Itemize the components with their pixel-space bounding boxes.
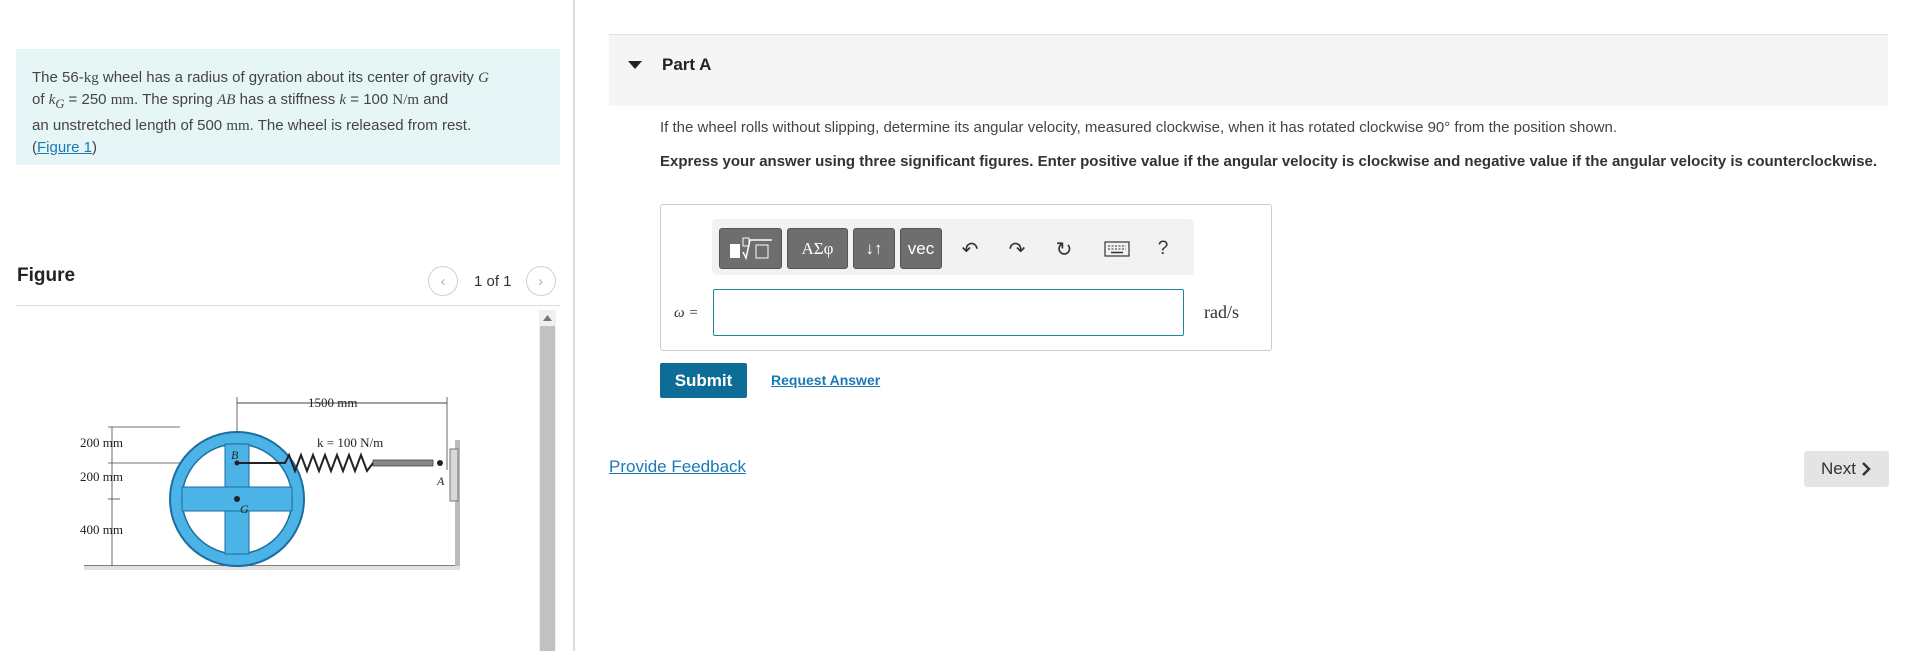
vector-button[interactable]: vec: [900, 228, 942, 269]
problem-text: . The spring: [134, 91, 218, 108]
template-icon: [729, 237, 772, 260]
next-figure-button[interactable]: ›: [525, 266, 556, 296]
greek-symbols-button[interactable]: ΑΣφ: [787, 228, 848, 269]
part-title: Part A: [662, 55, 712, 74]
answer-box: ΑΣφ ↓↑ vec ↶ ↷ ↻ ? ω = rad/s: [660, 204, 1272, 351]
left-panel: The 56-kg wheel has a radius of gyration…: [0, 0, 575, 651]
submit-button[interactable]: Submit: [660, 363, 747, 398]
figure-navigation: ‹ 1 of 1 ›: [428, 266, 556, 296]
request-answer-link[interactable]: Request Answer: [771, 372, 880, 388]
chevron-right-icon: [1862, 462, 1871, 476]
triangle-up-icon: [543, 315, 552, 321]
stiffness-label: k = 100 N/m: [317, 435, 383, 450]
figure-counter: 1 of 1: [474, 272, 512, 290]
math-toolbar: ΑΣφ ↓↑ vec ↶ ↷ ↻ ?: [712, 219, 1194, 275]
figure-image: 1500 mm 200 mm 200 mm 400 mm B G k = 100…: [80, 395, 460, 570]
figure-link[interactable]: Figure 1: [37, 139, 92, 156]
undo-icon[interactable]: ↶: [955, 235, 985, 263]
problem-text: The 56-: [32, 69, 84, 86]
label-G: G: [240, 502, 249, 516]
answer-input[interactable]: [713, 289, 1184, 336]
figure-heading: Figure: [17, 265, 76, 286]
next-button[interactable]: Next: [1804, 451, 1889, 487]
question-text: If the wheel rolls without slipping, det…: [660, 119, 1618, 136]
answer-label: ω =: [674, 305, 699, 321]
problem-text: and: [419, 91, 449, 108]
dim-label-200a: 200 mm: [80, 435, 123, 450]
ground-hatch: [84, 566, 460, 570]
instructions-text: Express your answer using three signific…: [660, 153, 1878, 170]
help-button[interactable]: ?: [1148, 235, 1178, 263]
figure-scrollbar[interactable]: [539, 310, 556, 651]
unit-mm: mm: [226, 118, 250, 134]
unit-mm: mm: [110, 92, 135, 108]
reset-icon[interactable]: ↻: [1049, 235, 1079, 263]
problem-text: an unstretched length of 500: [32, 117, 227, 134]
label-A: A: [436, 474, 445, 488]
problem-text: = 100: [346, 91, 393, 108]
scroll-up-arrow[interactable]: [539, 310, 556, 326]
chevron-left-icon: ‹: [440, 272, 446, 290]
prev-figure-button[interactable]: ‹: [428, 266, 458, 296]
keyboard-icon[interactable]: [1102, 235, 1132, 263]
part-header[interactable]: Part A: [609, 34, 1888, 106]
problem-text: = 250: [64, 91, 111, 108]
next-label: Next: [1821, 459, 1856, 478]
caret-down-icon[interactable]: [628, 61, 642, 69]
problem-statement: The 56-kg wheel has a radius of gyration…: [16, 49, 560, 165]
unit-kg: kg: [83, 70, 99, 86]
scroll-thumb[interactable]: [540, 326, 555, 651]
divider: [16, 305, 560, 306]
dim-label-1500: 1500 mm: [308, 395, 357, 410]
arrows-button[interactable]: ↓↑: [853, 228, 895, 269]
templates-button[interactable]: [719, 228, 782, 269]
dim-label-400: 400 mm: [80, 522, 123, 537]
unit-label: rad/s: [1204, 302, 1239, 322]
chevron-right-icon: ›: [538, 272, 544, 290]
symbol-AB: AB: [217, 92, 236, 108]
dim-label-200b: 200 mm: [80, 469, 123, 484]
symbol-G: G: [478, 70, 489, 86]
wall-bracket: [449, 448, 459, 502]
problem-text: of: [32, 91, 49, 108]
spring-rod: [372, 459, 434, 467]
provide-feedback-link[interactable]: Provide Feedback: [609, 457, 746, 477]
problem-text: wheel has a radius of gyration about its…: [98, 69, 479, 86]
problem-text: . The wheel is released from rest.: [249, 117, 472, 134]
redo-icon[interactable]: ↷: [1002, 235, 1032, 263]
problem-text: has a stiffness: [235, 91, 340, 108]
label-B: B: [231, 448, 239, 462]
paren: ): [92, 139, 98, 156]
unit-Nm: N/m: [392, 92, 420, 108]
point-A-dot: [437, 460, 443, 466]
